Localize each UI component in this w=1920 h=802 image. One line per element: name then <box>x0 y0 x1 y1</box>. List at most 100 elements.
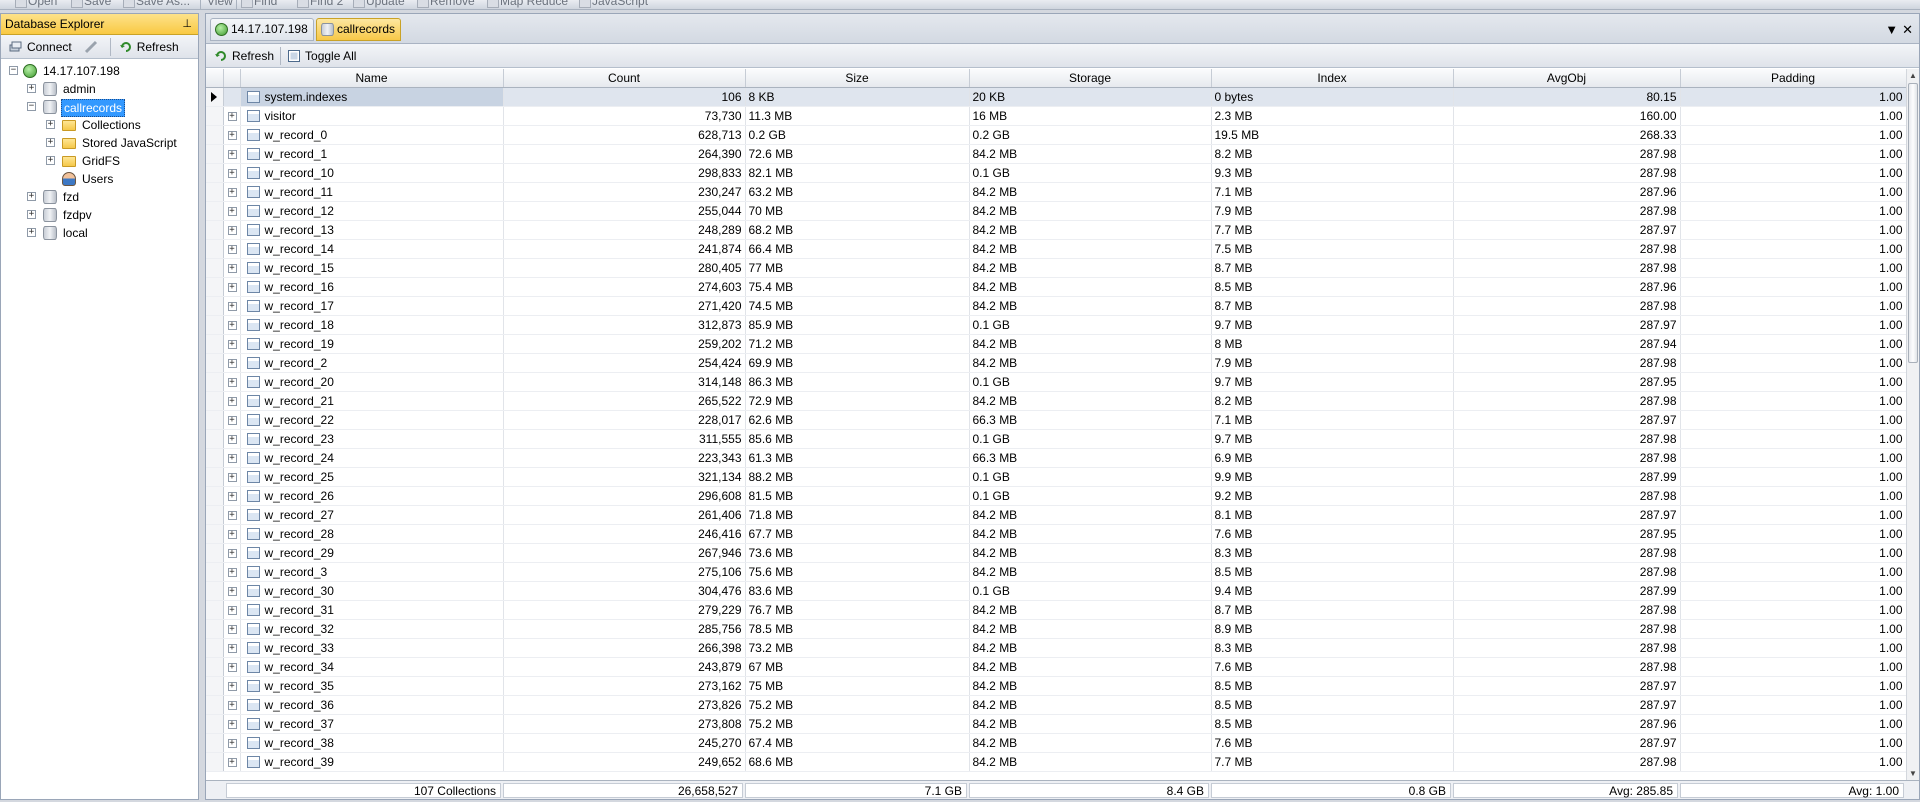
expand-icon[interactable]: + <box>227 149 237 159</box>
cell-index[interactable]: 7.5 MB <box>1211 239 1454 259</box>
row-expander[interactable]: + <box>223 600 241 620</box>
cell-name[interactable]: w_record_14 <box>240 239 504 259</box>
cell-storage[interactable]: 84.2 MB <box>969 543 1212 563</box>
cell-name[interactable]: w_record_32 <box>240 619 504 639</box>
cell-index[interactable]: 8.5 MB <box>1211 695 1454 715</box>
row-indicator[interactable] <box>206 562 224 582</box>
cell-index[interactable]: 9.9 MB <box>1211 467 1454 487</box>
cell-name[interactable]: w_record_12 <box>240 201 504 221</box>
cell-avgobj[interactable]: 287.97 <box>1453 410 1681 430</box>
cell-avgobj[interactable]: 287.99 <box>1453 581 1681 601</box>
table-row[interactable]: + w_record_14 241,874 66.4 MB 84.2 MB 7.5 MB 2… <box>206 239 1906 259</box>
row-indicator[interactable] <box>206 486 224 506</box>
cell-index[interactable]: 9.3 MB <box>1211 163 1454 183</box>
expand-icon[interactable]: + <box>227 225 237 235</box>
cell-count[interactable]: 248,289 <box>503 220 746 240</box>
table-row[interactable]: + w_record_36 273,826 75.2 MB 84.2 MB 8.5 MB 2… <box>206 695 1906 715</box>
cell-size[interactable]: 63.2 MB <box>745 182 970 202</box>
cell-storage[interactable]: 84.2 MB <box>969 353 1212 373</box>
table-row[interactable]: + w_record_10 298,833 82.1 MB 0.1 GB 9.3 MB 28… <box>206 163 1906 183</box>
cell-name[interactable]: w_record_15 <box>240 258 504 278</box>
row-indicator[interactable] <box>206 201 224 221</box>
cell-index[interactable]: 7.9 MB <box>1211 353 1454 373</box>
cell-avgobj[interactable]: 160.00 <box>1453 106 1681 126</box>
cell-avgobj[interactable]: 287.98 <box>1453 752 1681 772</box>
cell-index[interactable]: 8.7 MB <box>1211 296 1454 316</box>
cell-index[interactable]: 19.5 MB <box>1211 125 1454 145</box>
row-expander[interactable]: + <box>223 353 241 373</box>
table-row[interactable]: + w_record_25 321,134 88.2 MB 0.1 GB 9.9 MB 28… <box>206 467 1906 487</box>
cell-size[interactable]: 75 MB <box>745 676 970 696</box>
expand-icon[interactable]: + <box>227 111 237 121</box>
cell-index[interactable]: 7.1 MB <box>1211 182 1454 202</box>
cell-padding[interactable]: 1.00 <box>1680 505 1906 525</box>
cell-avgobj[interactable]: 287.95 <box>1453 524 1681 544</box>
row-indicator[interactable] <box>206 334 224 354</box>
cell-index[interactable]: 7.6 MB <box>1211 733 1454 753</box>
cell-name[interactable]: w_record_2 <box>240 353 504 373</box>
row-indicator[interactable] <box>206 220 224 240</box>
cell-storage[interactable]: 84.2 MB <box>969 562 1212 582</box>
row-indicator[interactable] <box>206 239 224 259</box>
cell-count[interactable]: 241,874 <box>503 239 746 259</box>
cell-storage[interactable]: 84.2 MB <box>969 676 1212 696</box>
cell-name[interactable]: w_record_23 <box>240 429 504 449</box>
row-expander[interactable]: + <box>223 201 241 221</box>
cell-index[interactable]: 8.5 MB <box>1211 277 1454 297</box>
row-indicator[interactable] <box>206 163 224 183</box>
cell-avgobj[interactable]: 287.97 <box>1453 315 1681 335</box>
row-indicator[interactable] <box>206 657 224 677</box>
cell-storage[interactable]: 84.2 MB <box>969 391 1212 411</box>
cell-padding[interactable]: 1.00 <box>1680 543 1906 563</box>
cell-padding[interactable]: 1.00 <box>1680 562 1906 582</box>
expand-icon[interactable]: + <box>227 377 237 387</box>
expand-icon[interactable]: + <box>227 453 237 463</box>
cell-index[interactable]: 8.1 MB <box>1211 505 1454 525</box>
cell-padding[interactable]: 1.00 <box>1680 296 1906 316</box>
row-expander[interactable]: + <box>223 638 241 658</box>
row-expander[interactable]: + <box>223 562 241 582</box>
cell-avgobj[interactable]: 287.98 <box>1453 600 1681 620</box>
cell-storage[interactable]: 0.2 GB <box>969 125 1212 145</box>
row-indicator[interactable] <box>206 676 224 696</box>
toolbar-item-javascript[interactable]: JavaScript <box>578 0 648 9</box>
toolbar-item-view[interactable]: View <box>204 0 233 9</box>
expand-icon[interactable]: + <box>227 282 237 292</box>
cell-name[interactable]: w_record_28 <box>240 524 504 544</box>
cell-name[interactable]: w_record_33 <box>240 638 504 658</box>
cell-storage[interactable]: 84.2 MB <box>969 220 1212 240</box>
table-row[interactable]: + w_record_20 314,148 86.3 MB 0.1 GB 9.7 MB 28… <box>206 372 1906 392</box>
cell-name[interactable]: w_record_34 <box>240 657 504 677</box>
row-expander[interactable]: + <box>223 676 241 696</box>
cell-index[interactable]: 8 MB <box>1211 334 1454 354</box>
expand-icon[interactable]: + <box>227 301 237 311</box>
cell-index[interactable]: 7.6 MB <box>1211 657 1454 677</box>
row-indicator[interactable] <box>206 505 224 525</box>
cell-padding[interactable]: 1.00 <box>1680 87 1906 107</box>
cell-avgobj[interactable]: 287.98 <box>1453 619 1681 639</box>
cell-storage[interactable]: 84.2 MB <box>969 638 1212 658</box>
cell-padding[interactable]: 1.00 <box>1680 581 1906 601</box>
cell-size[interactable]: 81.5 MB <box>745 486 970 506</box>
cell-avgobj[interactable]: 287.94 <box>1453 334 1681 354</box>
cell-index[interactable]: 8.5 MB <box>1211 562 1454 582</box>
row-expander[interactable]: + <box>223 258 241 278</box>
cell-avgobj[interactable]: 287.98 <box>1453 638 1681 658</box>
expand-icon[interactable]: + <box>46 120 55 129</box>
cell-size[interactable]: 73.2 MB <box>745 638 970 658</box>
column-header-padding[interactable]: Padding <box>1680 69 1906 88</box>
expand-icon[interactable]: + <box>227 358 237 368</box>
cell-size[interactable]: 70 MB <box>745 201 970 221</box>
cell-padding[interactable]: 1.00 <box>1680 448 1906 468</box>
cell-count[interactable]: 246,416 <box>503 524 746 544</box>
cell-name[interactable]: w_record_16 <box>240 277 504 297</box>
cell-storage[interactable]: 84.2 MB <box>969 695 1212 715</box>
table-row[interactable]: + w_record_32 285,756 78.5 MB 84.2 MB 8.9 MB 2… <box>206 619 1906 639</box>
row-expander[interactable]: + <box>223 144 241 164</box>
cell-avgobj[interactable]: 287.97 <box>1453 505 1681 525</box>
cell-count[interactable]: 273,808 <box>503 714 746 734</box>
expand-icon[interactable]: + <box>227 415 237 425</box>
row-indicator[interactable] <box>206 638 224 658</box>
cell-padding[interactable]: 1.00 <box>1680 277 1906 297</box>
cell-name[interactable]: w_record_19 <box>240 334 504 354</box>
